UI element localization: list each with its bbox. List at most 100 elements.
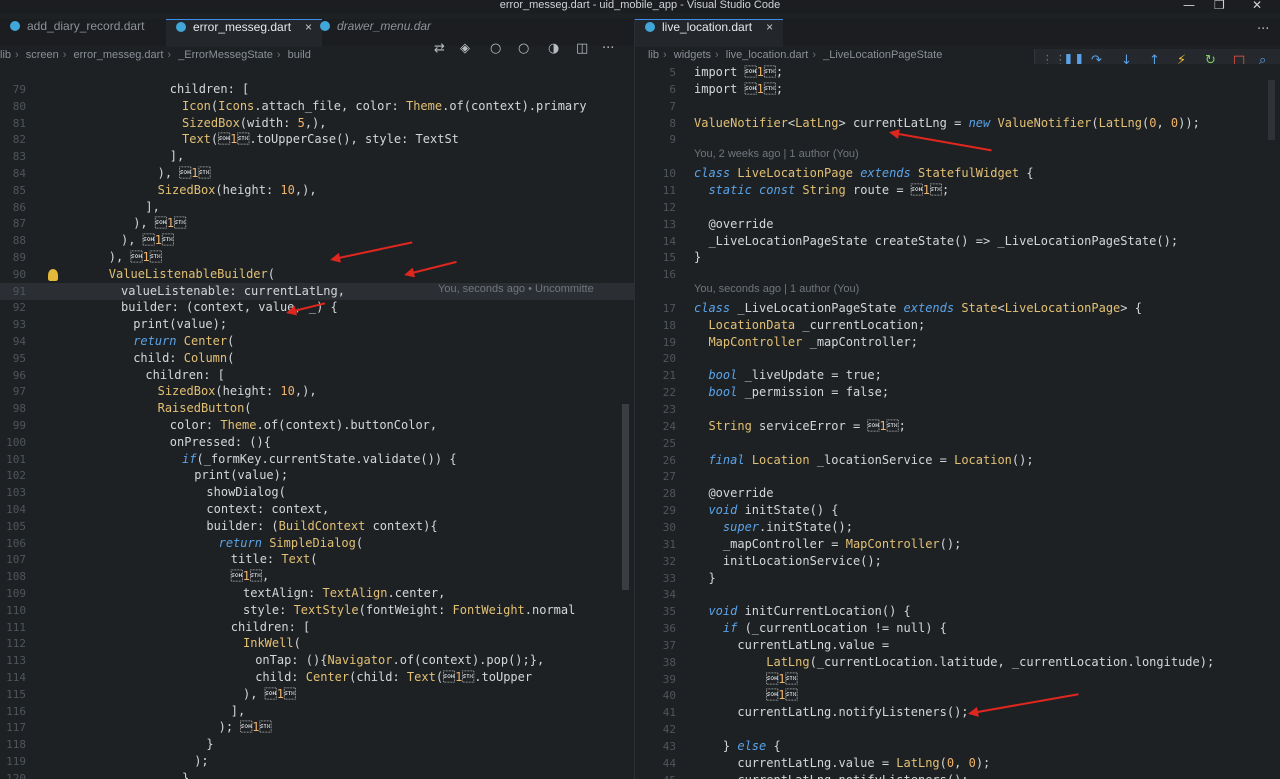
code-line[interactable]: 82 Text(1.toUpperCase(), style: TextSt <box>0 131 634 148</box>
code-line[interactable]: 9 <box>635 131 1280 148</box>
code-line[interactable]: 87), 1 <box>0 215 634 232</box>
code-line[interactable]: 22 bool _permission = false; <box>635 384 1280 401</box>
code-line[interactable]: 105 builder: (BuildContext context){ <box>0 518 634 535</box>
code-line[interactable]: 12 <box>635 199 1280 216</box>
more-actions-icon[interactable]: ··· <box>602 41 614 56</box>
code-line[interactable]: 107 title: Text( <box>0 551 634 568</box>
code-line[interactable]: 44 currentLatLng.value = LatLng(0, 0); <box>635 755 1280 772</box>
more-actions-icon[interactable]: ··· <box>1257 22 1269 37</box>
code-line[interactable]: 98 RaisedButton( <box>0 400 634 417</box>
code-line[interactable]: 24 String serviceError = 1; <box>635 418 1280 435</box>
code-line[interactable]: 42 <box>635 721 1280 738</box>
breadcrumb-item[interactable]: _ErrorMessegState <box>178 49 273 61</box>
left-editor[interactable]: 79 children: [80 Icon(Icons.attach_file, c… <box>0 81 634 779</box>
code-line[interactable]: 27 <box>635 468 1280 485</box>
code-line[interactable]: 118} <box>0 736 634 753</box>
code-line[interactable]: 8 ValueNotifier<LatLng> currentLatLng = n… <box>635 115 1280 132</box>
code-line[interactable]: 28 @override <box>635 485 1280 502</box>
code-line[interactable]: 109 textAlign: TextAlign.center, <box>0 585 634 602</box>
lightbulb-icon[interactable] <box>48 269 58 281</box>
breadcrumb-item[interactable]: error_messeg.dart <box>74 49 164 61</box>
code-line[interactable]: 17 class _LiveLocationPageState extends S… <box>635 300 1280 317</box>
breadcrumb-item[interactable]: lib <box>648 49 659 61</box>
code-line[interactable]: 94 return Center( <box>0 333 634 350</box>
code-line[interactable]: 11 static const String route = 1; <box>635 182 1280 199</box>
code-line[interactable]: 115), 1 <box>0 686 634 703</box>
code-line[interactable]: 10 class LiveLocationPage extends Statefu… <box>635 165 1280 182</box>
code-line[interactable]: 116], <box>0 703 634 720</box>
code-line[interactable]: 113 onTap: (){Navigator.of(context).pop()… <box>0 652 634 669</box>
code-line[interactable]: 117); 1 <box>0 719 634 736</box>
code-line[interactable]: 111 children: [ <box>0 619 634 636</box>
tab-error-messeg[interactable]: error_messeg.dart × <box>166 19 323 47</box>
code-line[interactable]: 43 } else { <box>635 738 1280 755</box>
code-line[interactable]: 16 <box>635 266 1280 283</box>
code-line[interactable]: 13 @override <box>635 216 1280 233</box>
code-line[interactable]: 103 showDialog( <box>0 484 634 501</box>
git-compare-icon[interactable]: ⇄ <box>434 41 445 56</box>
code-line[interactable]: 32 initLocationService(); <box>635 553 1280 570</box>
code-line[interactable]: 21 bool _liveUpdate = true; <box>635 367 1280 384</box>
codelens-text[interactable]: You, 2 weeks ago | 1 author (You) <box>694 148 859 165</box>
code-line[interactable]: 38 LatLng(_currentLocation.latitude, _cu… <box>635 654 1280 671</box>
code-line[interactable]: 96 children: [ <box>0 367 634 384</box>
code-line[interactable]: 39 1 <box>635 671 1280 688</box>
code-line[interactable]: 45 currentLatLng.notifyListeners(); <box>635 772 1280 779</box>
code-line[interactable]: 106 return SimpleDialog( <box>0 535 634 552</box>
code-line[interactable]: 7 <box>635 98 1280 115</box>
code-line[interactable]: 6 import 1; <box>635 81 1280 98</box>
code-line[interactable]: 36 if (_currentLocation != null) { <box>635 620 1280 637</box>
code-line[interactable]: 29 void initState() { <box>635 502 1280 519</box>
code-line[interactable]: 30 super.initState(); <box>635 519 1280 536</box>
close-window-icon[interactable]: ✕ <box>1252 0 1262 12</box>
go-forward-icon[interactable]: ○ <box>490 41 501 56</box>
left-scrollbar-thumb[interactable] <box>622 404 629 590</box>
close-tab-icon[interactable]: × <box>305 20 312 34</box>
code-line[interactable]: 20 <box>635 350 1280 367</box>
code-line[interactable]: 14 _LiveLocationPageState createState() … <box>635 233 1280 250</box>
code-line[interactable]: 90 ValueListenableBuilder( <box>0 266 634 283</box>
code-line[interactable]: 110 style: TextStyle(fontWeight: FontWeig… <box>0 602 634 619</box>
code-line[interactable]: 119); <box>0 753 634 770</box>
code-line[interactable]: 79 children: [ <box>0 81 634 98</box>
code-line[interactable]: 40 1 <box>635 687 1280 704</box>
code-line[interactable]: 34 <box>635 586 1280 603</box>
code-line[interactable]: 35 void initCurrentLocation() { <box>635 603 1280 620</box>
code-line[interactable]: 84), 1 <box>0 165 634 182</box>
minimize-icon[interactable]: — <box>1183 0 1195 12</box>
code-line[interactable]: 83], <box>0 148 634 165</box>
code-line[interactable]: 101 if(_formKey.currentState.validate()) … <box>0 451 634 468</box>
code-line[interactable]: 85 SizedBox(height: 10,), <box>0 182 634 199</box>
close-tab-icon[interactable]: × <box>766 20 773 34</box>
code-line[interactable]: 92 builder: (context, value, _) { <box>0 299 634 316</box>
code-line[interactable]: 91 valueListenable: currentLatLng, You, se… <box>0 282 634 300</box>
code-line[interactable]: 31 _mapController = MapController(); <box>635 536 1280 553</box>
code-line[interactable]: 37 currentLatLng.value = <box>635 637 1280 654</box>
code-line[interactable]: 93 print(value); <box>0 316 634 333</box>
code-line[interactable]: 86], <box>0 199 634 216</box>
breadcrumb-item[interactable]: screen <box>26 49 59 61</box>
breadcrumb-item[interactable]: widgets <box>674 49 711 61</box>
code-line[interactable]: 19 MapController _mapController; <box>635 334 1280 351</box>
code-line[interactable]: 112 InkWell( <box>0 635 634 652</box>
code-line[interactable]: 5 import 1; <box>635 64 1280 81</box>
codelens-blame[interactable]: You, 2 weeks ago | 1 author (You) <box>635 148 1280 165</box>
go-back-icon[interactable]: ◈ <box>460 41 470 56</box>
code-line[interactable]: 89), 1 <box>0 249 634 266</box>
circle-icon[interactable]: ○ <box>518 41 529 56</box>
right-scrollbar-thumb[interactable] <box>1268 80 1275 140</box>
code-line[interactable]: 15} <box>635 249 1280 266</box>
code-line[interactable]: 102 print(value); <box>0 467 634 484</box>
code-line[interactable]: 25 <box>635 435 1280 452</box>
tab-drawer-menu[interactable]: drawer_menu.dar <box>320 19 431 46</box>
code-line[interactable]: 104 context: context, <box>0 501 634 518</box>
code-line[interactable]: 33 } <box>635 570 1280 587</box>
code-line[interactable]: 81 SizedBox(width: 5,), <box>0 115 634 132</box>
breadcrumb-item[interactable]: lib <box>0 49 11 61</box>
code-line[interactable]: 88), 1 <box>0 232 634 249</box>
code-line[interactable]: 23 <box>635 401 1280 418</box>
source-control-icon[interactable]: ◑ <box>548 41 559 56</box>
breadcrumb-item[interactable]: live_location.dart <box>726 49 809 61</box>
code-line[interactable]: 80 Icon(Icons.attach_file, color: Theme.o… <box>0 98 634 115</box>
breadcrumb-item[interactable]: build <box>288 49 311 61</box>
